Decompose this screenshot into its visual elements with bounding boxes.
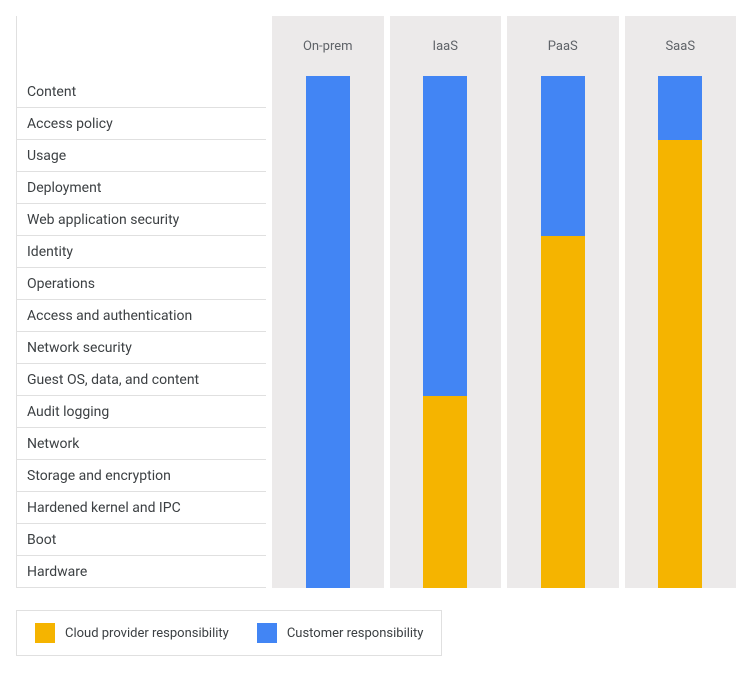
model-header: On-prem xyxy=(272,16,384,76)
layer-label: Web application security xyxy=(17,204,266,236)
layer-label: Network security xyxy=(17,332,266,364)
model-header: PaaS xyxy=(507,16,619,76)
model-column: On-prem xyxy=(272,16,384,588)
model-column: PaaS xyxy=(507,16,619,588)
legend-item-customer: Customer responsibility xyxy=(257,623,424,643)
bar-segment-provider xyxy=(541,236,585,588)
stacked-bar xyxy=(541,76,585,588)
layer-label: Guest OS, data, and content xyxy=(17,364,266,396)
legend: Cloud provider responsibility Customer r… xyxy=(16,610,442,656)
layer-label: Audit logging xyxy=(17,396,266,428)
layer-label: Operations xyxy=(17,268,266,300)
layer-label: Identity xyxy=(17,236,266,268)
legend-label-provider: Cloud provider responsibility xyxy=(65,626,229,641)
model-header: IaaS xyxy=(390,16,502,76)
bar-segment-customer xyxy=(541,76,585,236)
layer-label: Access and authentication xyxy=(17,300,266,332)
model-header: SaaS xyxy=(625,16,737,76)
legend-label-customer: Customer responsibility xyxy=(287,626,424,641)
legend-item-provider: Cloud provider responsibility xyxy=(35,623,229,643)
bar-segment-provider xyxy=(658,140,702,588)
model-column: SaaS xyxy=(625,16,737,588)
shared-responsibility-chart: ContentAccess policyUsageDeploymentWeb a… xyxy=(16,16,736,656)
layer-label: Deployment xyxy=(17,172,266,204)
stacked-bar xyxy=(306,76,350,588)
layer-label: Access policy xyxy=(17,108,266,140)
swatch-customer xyxy=(257,623,277,643)
stacked-bar xyxy=(658,76,702,588)
layer-label: Hardened kernel and IPC xyxy=(17,492,266,524)
stacked-bar xyxy=(423,76,467,588)
layer-label: Usage xyxy=(17,140,266,172)
model-column: IaaS xyxy=(390,16,502,588)
swatch-provider xyxy=(35,623,55,643)
layer-labels-column: ContentAccess policyUsageDeploymentWeb a… xyxy=(16,16,266,588)
bar-segment-provider xyxy=(423,396,467,588)
bar-segment-customer xyxy=(306,76,350,588)
bar-segment-customer xyxy=(423,76,467,396)
layer-label: Storage and encryption xyxy=(17,460,266,492)
bar-segment-customer xyxy=(658,76,702,140)
layer-label: Network xyxy=(17,428,266,460)
layer-label: Content xyxy=(17,76,266,108)
layer-label: Hardware xyxy=(17,556,266,588)
layer-label: Boot xyxy=(17,524,266,556)
